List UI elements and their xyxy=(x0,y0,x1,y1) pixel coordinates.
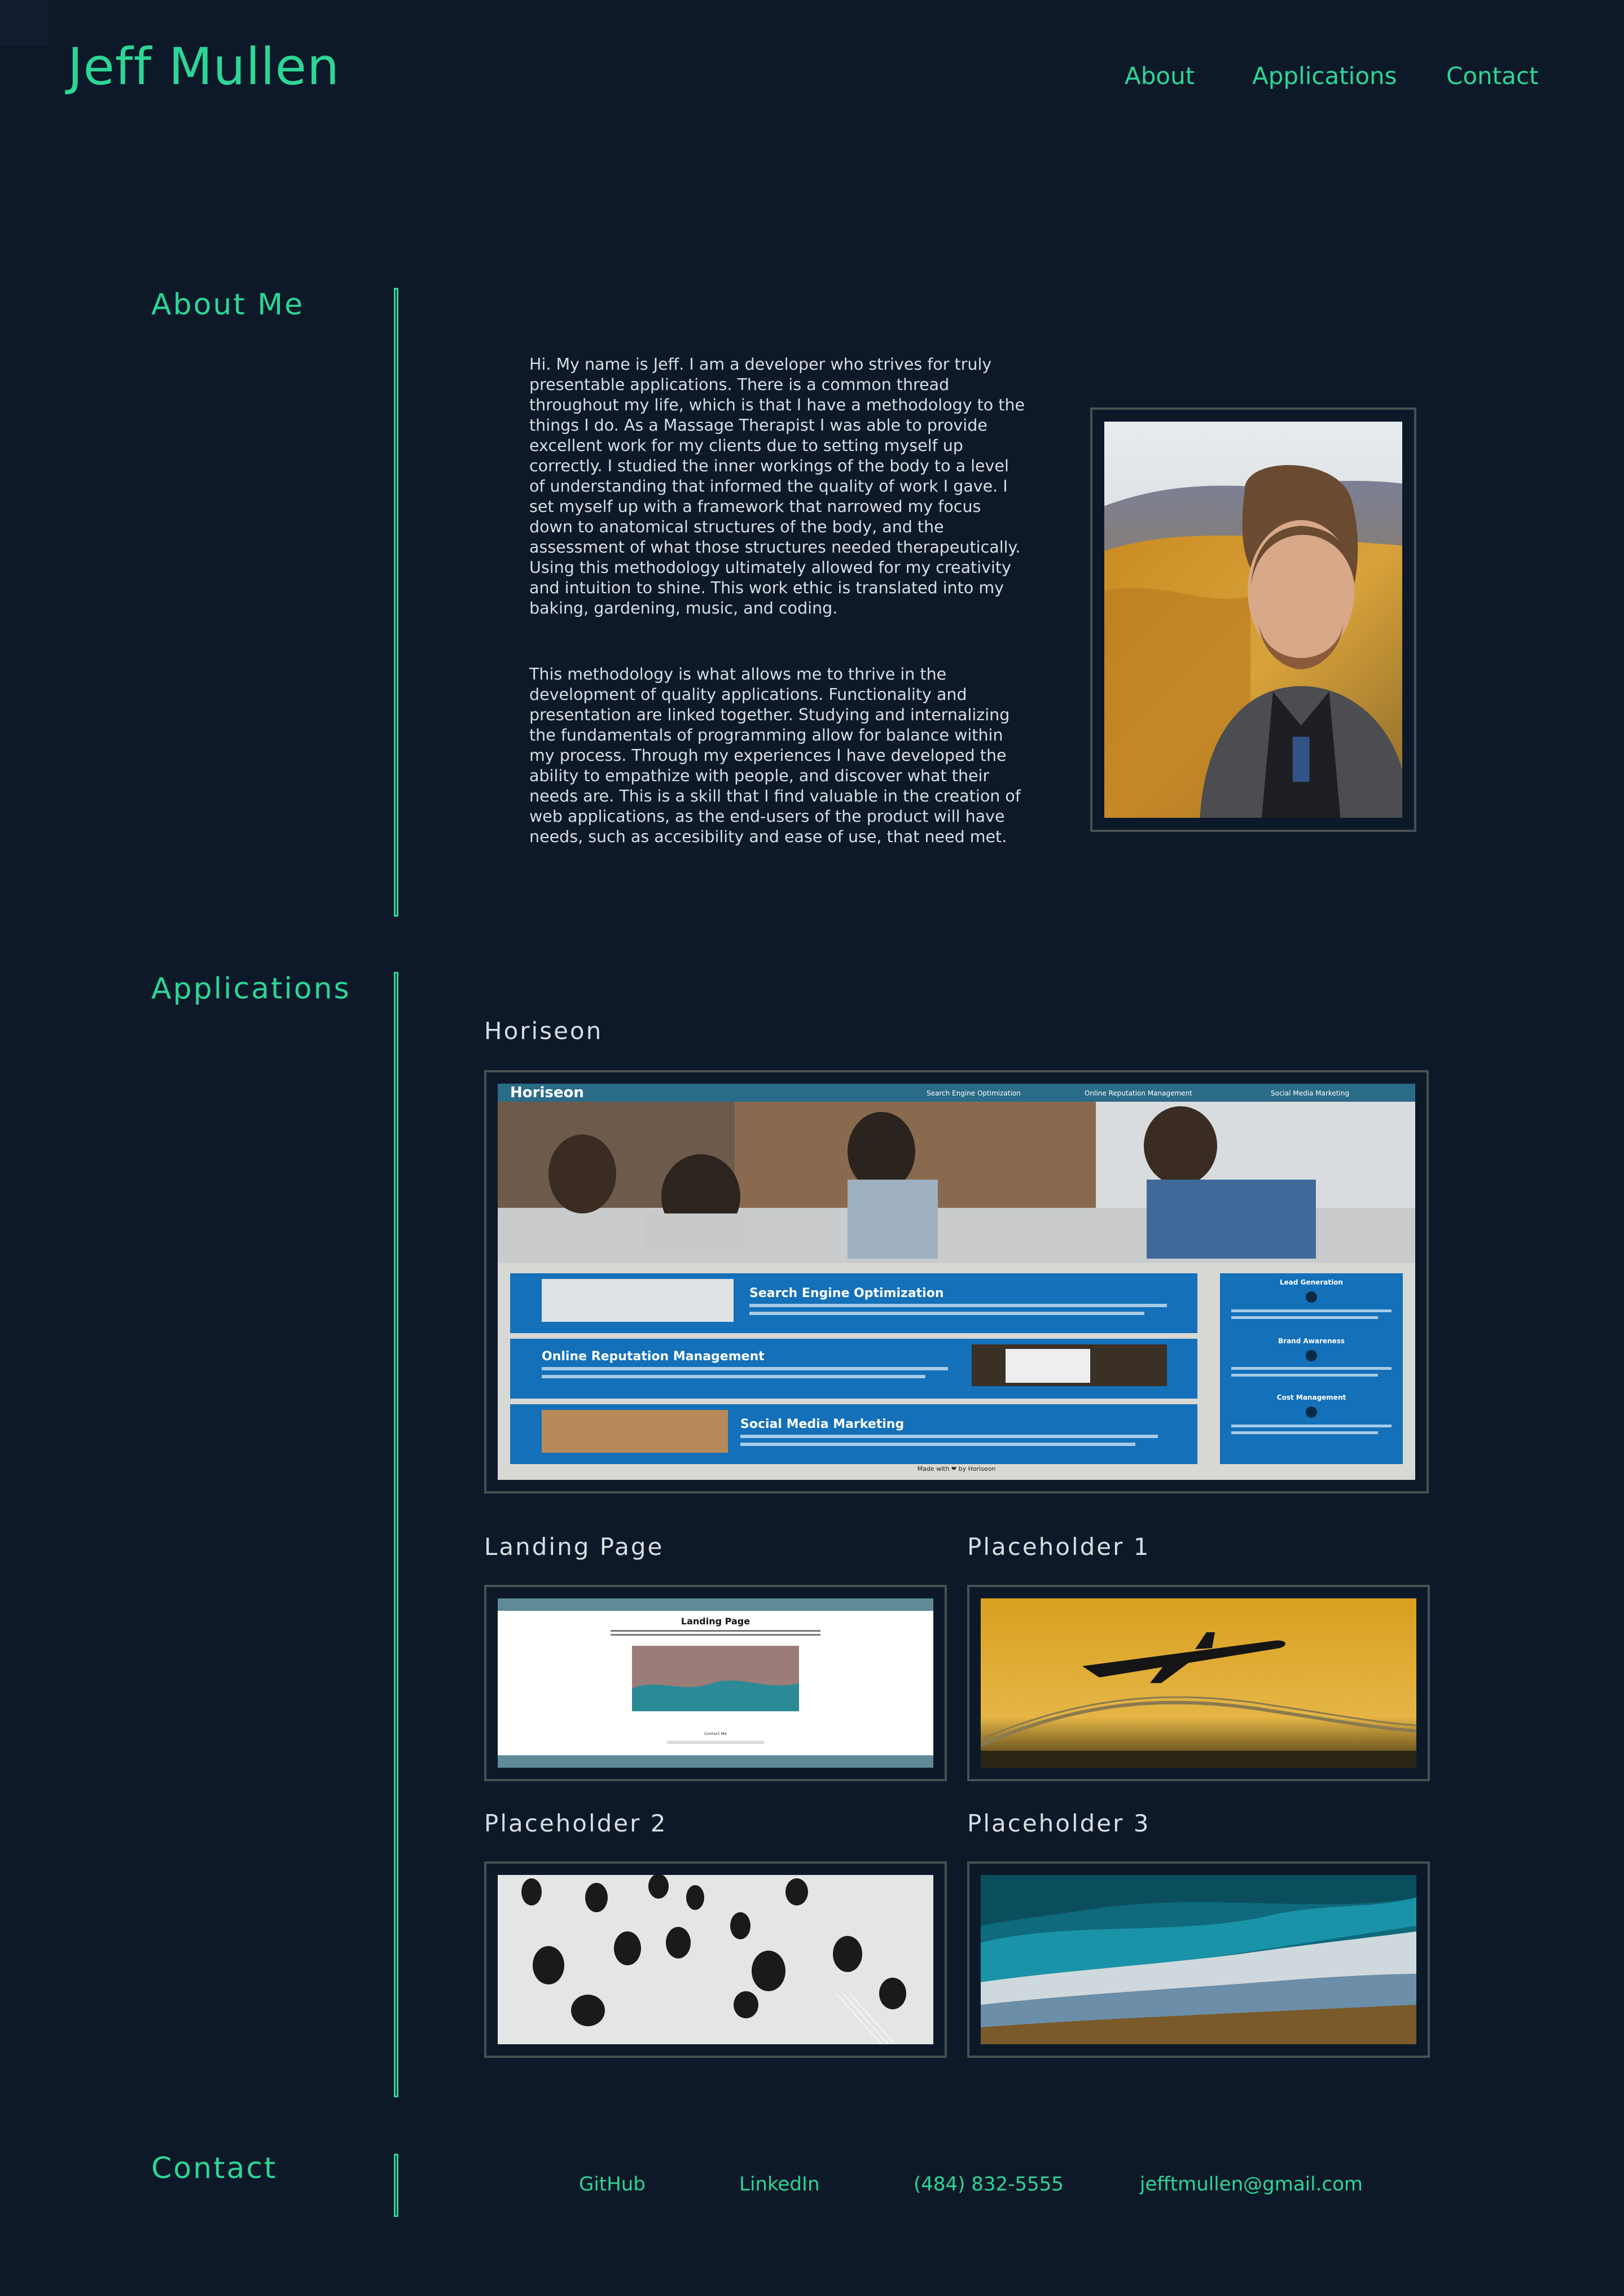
placeholder-2-image xyxy=(498,1875,933,2044)
profile-photo xyxy=(1104,422,1402,818)
profile-photo-image xyxy=(1104,422,1402,818)
horiseon-sidebar-3: Cost Management xyxy=(1277,1394,1346,1401)
placeholder-3-image xyxy=(981,1875,1416,2044)
landing-page-image: Landing Page Contact Me xyxy=(498,1598,933,1768)
horiseon-screenshot-image: Horiseon Search Engine Optimization Onli… xyxy=(498,1084,1415,1480)
horiseon-brand: Horiseon xyxy=(510,1084,584,1101)
horiseon-nav-3: Social Media Marketing xyxy=(1271,1089,1349,1097)
app-title-landing-page: Landing Page xyxy=(484,1533,664,1561)
horiseon-nav-2: Online Reputation Management xyxy=(1085,1089,1192,1097)
crowd-image xyxy=(498,1875,933,2044)
app-card-landing-page[interactable]: Landing Page Contact Me xyxy=(484,1585,947,1781)
contact-divider xyxy=(394,2154,398,2217)
app-title-placeholder-1: Placeholder 1 xyxy=(967,1533,1151,1561)
app-title-placeholder-2: Placeholder 2 xyxy=(484,1809,668,1837)
landing-page-title: Landing Page xyxy=(681,1616,750,1627)
nav-about[interactable]: About xyxy=(1125,62,1195,90)
contact-heading: Contact xyxy=(151,2152,278,2185)
horiseon-nav-1: Search Engine Optimization xyxy=(927,1089,1021,1097)
about-paragraph-2: This methodology is what allows me to th… xyxy=(529,665,1021,846)
horiseon-sidebar-1: Lead Generation xyxy=(1280,1278,1343,1286)
applications-heading: Applications xyxy=(151,972,351,1006)
ocean-waves-image xyxy=(981,1875,1416,2044)
about-paragraph-1: Hi. My name is Jeff. I am a developer wh… xyxy=(529,355,1025,617)
nav-applications[interactable]: Applications xyxy=(1252,62,1397,90)
app-card-placeholder-3[interactable] xyxy=(967,1861,1430,2058)
about-heading: About Me xyxy=(151,288,305,322)
horiseon-section-2: Online Reputation Management xyxy=(542,1349,765,1364)
contact-linkedin-link[interactable]: LinkedIn xyxy=(739,2173,820,2196)
contact-phone-link[interactable]: (484) 832-5555 xyxy=(914,2173,1064,2196)
profile-photo-frame xyxy=(1090,408,1416,832)
corner-block xyxy=(0,0,47,45)
app-title-horiseon: Horiseon xyxy=(484,1017,603,1045)
about-divider xyxy=(394,288,398,917)
horiseon-footer: Made with ❤ by Horiseon xyxy=(918,1465,996,1473)
airplane-image xyxy=(981,1598,1416,1768)
landing-page-screenshot: Landing Page Contact Me xyxy=(498,1598,933,1768)
app-card-placeholder-2[interactable] xyxy=(484,1861,947,2058)
brand-name[interactable]: Jeff Mullen xyxy=(68,37,340,97)
horiseon-sidebar-2: Brand Awareness xyxy=(1278,1337,1345,1345)
horiseon-screenshot: Horiseon Search Engine Optimization Onli… xyxy=(498,1084,1415,1480)
app-card-placeholder-1[interactable] xyxy=(967,1585,1430,1781)
nav-contact[interactable]: Contact xyxy=(1446,62,1538,90)
app-title-placeholder-3: Placeholder 3 xyxy=(967,1809,1151,1837)
applications-divider xyxy=(394,972,398,2097)
landing-page-contact-label: Contact Me xyxy=(704,1732,727,1736)
horiseon-section-3: Social Media Marketing xyxy=(740,1417,904,1431)
contact-email-link[interactable]: jefftmullen@gmail.com xyxy=(1140,2173,1363,2196)
app-card-horiseon[interactable]: Horiseon Search Engine Optimization Onli… xyxy=(484,1070,1429,1493)
contact-github-link[interactable]: GitHub xyxy=(579,2173,646,2196)
horiseon-section-1: Search Engine Optimization xyxy=(749,1286,944,1300)
placeholder-1-image xyxy=(981,1598,1416,1768)
